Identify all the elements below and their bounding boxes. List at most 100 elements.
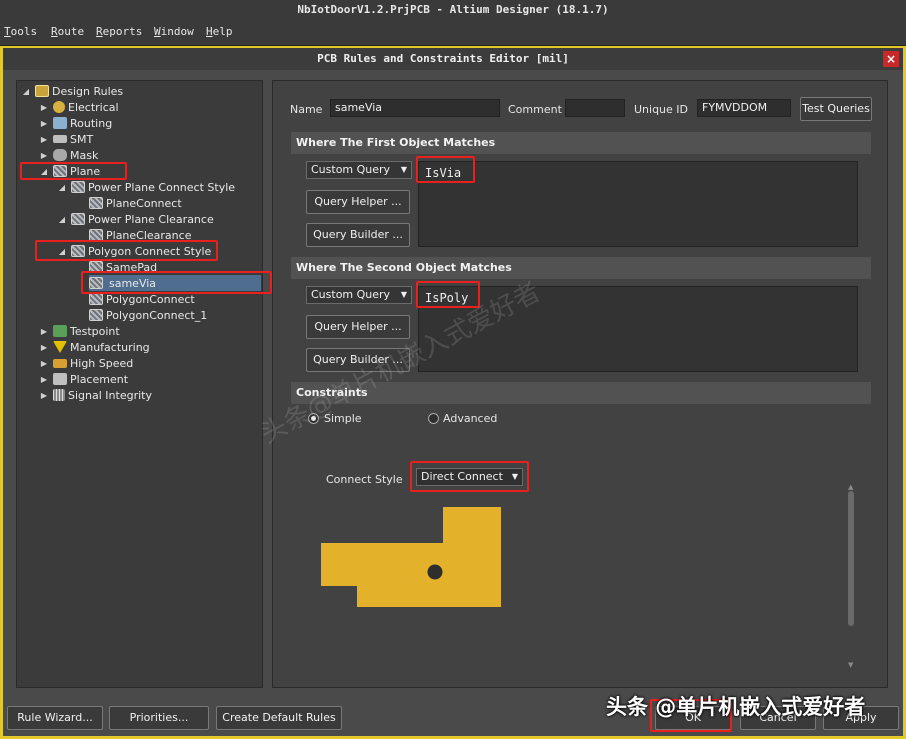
rules-editor-dialog: PCB Rules and Constraints Editor [mil] ×… bbox=[0, 46, 906, 739]
tree-item-design-rules[interactable]: ◢ Design Rules bbox=[21, 83, 123, 99]
scroll-down-icon[interactable]: ▼ bbox=[848, 661, 853, 669]
tree-label: Routing bbox=[70, 116, 113, 130]
tree-label: Signal Integrity bbox=[68, 388, 152, 402]
menu-reports[interactable]: Reports bbox=[96, 25, 142, 38]
tree-item-routing[interactable]: ▶ Routing bbox=[39, 115, 112, 131]
rule-icon bbox=[89, 309, 103, 321]
tree-item-polygonconnect-1[interactable]: PolygonConnect_1 bbox=[89, 307, 207, 323]
first-query-builder-button[interactable]: Query Builder ... bbox=[306, 223, 410, 247]
first-query-editor[interactable]: IsVia bbox=[418, 161, 858, 247]
rule-icon bbox=[89, 197, 103, 209]
select-value: Custom Query bbox=[311, 288, 391, 301]
select-value: Custom Query bbox=[311, 163, 391, 176]
close-icon[interactable]: × bbox=[883, 51, 899, 67]
expanded-arrow-icon[interactable]: ◢ bbox=[57, 215, 67, 224]
menu-tools[interactable]: Tools bbox=[4, 25, 37, 38]
collapsed-arrow-icon[interactable]: ▶ bbox=[39, 375, 49, 384]
dropdown-arrow-icon: ▼ bbox=[400, 165, 407, 174]
testpoint-icon bbox=[53, 325, 67, 337]
create-default-rules-button[interactable]: Create Default Rules bbox=[216, 706, 342, 730]
tree-label: High Speed bbox=[70, 356, 134, 370]
tree-item-mask[interactable]: ▶ Mask bbox=[39, 147, 98, 163]
collapsed-arrow-icon[interactable]: ▶ bbox=[39, 327, 49, 336]
collapsed-arrow-icon[interactable]: ▶ bbox=[39, 103, 49, 112]
first-match-mode-select[interactable]: Custom Query ▼ bbox=[306, 161, 412, 179]
collapsed-arrow-icon[interactable]: ▶ bbox=[39, 135, 49, 144]
tree-item-signal-integrity[interactable]: ▶ Signal Integrity bbox=[39, 387, 152, 403]
collapsed-arrow-icon[interactable]: ▶ bbox=[39, 119, 49, 128]
dropdown-arrow-icon: ▼ bbox=[400, 290, 407, 299]
highlight-samevia bbox=[81, 271, 272, 294]
priorities-button[interactable]: Priorities... bbox=[109, 706, 209, 730]
tree-label: Mask bbox=[70, 148, 99, 162]
menu-bar: Tools Route Reports Window Help bbox=[0, 20, 906, 46]
name-label: Name bbox=[290, 103, 323, 116]
tree-label: PolygonConnect_1 bbox=[106, 308, 208, 322]
menu-route[interactable]: Route bbox=[51, 25, 84, 38]
second-match-mode-select[interactable]: Custom Query ▼ bbox=[306, 286, 412, 304]
tree-item-electrical[interactable]: ▶ Electrical bbox=[39, 99, 119, 115]
tree-label: Manufacturing bbox=[70, 340, 150, 354]
scroll-up-icon[interactable]: ▲ bbox=[848, 483, 853, 491]
watermark-bottom: 头条 @单片机嵌入式爱好者 bbox=[606, 695, 866, 719]
dialog-title: PCB Rules and Constraints Editor [mil] bbox=[317, 52, 569, 65]
unique-id-label: Unique ID bbox=[634, 103, 689, 116]
rule-category-icon bbox=[71, 181, 85, 193]
first-match-header: Where The First Object Matches bbox=[291, 132, 871, 154]
tree-item-high-speed[interactable]: ▶ High Speed bbox=[39, 355, 133, 371]
tree-item-planeconnect[interactable]: PlaneConnect bbox=[89, 195, 182, 211]
tree-item-power-plane-connect-style[interactable]: ◢ Power Plane Connect Style bbox=[57, 179, 235, 195]
comment-field[interactable] bbox=[565, 99, 625, 117]
collapsed-arrow-icon[interactable]: ▶ bbox=[39, 151, 49, 160]
placement-icon bbox=[53, 373, 67, 385]
collapsed-arrow-icon[interactable]: ▶ bbox=[39, 343, 49, 352]
tree-label: Placement bbox=[70, 372, 129, 386]
menu-window[interactable]: Window bbox=[154, 25, 194, 38]
second-query-helper-button[interactable]: Query Helper ... bbox=[306, 315, 410, 339]
mask-icon bbox=[53, 149, 67, 161]
test-queries-button[interactable]: Test Queries bbox=[800, 97, 872, 121]
tree-label: Power Plane Connect Style bbox=[88, 180, 236, 194]
app-title: NbIotDoorV1.2.PrjPCB - Altium Designer (… bbox=[0, 0, 906, 20]
tree-label: Power Plane Clearance bbox=[88, 212, 214, 226]
electrical-icon bbox=[53, 101, 65, 113]
highlight-connect-style bbox=[410, 461, 529, 492]
tree-item-testpoint[interactable]: ▶ Testpoint bbox=[39, 323, 120, 339]
tree-item-power-plane-clearance[interactable]: ◢ Power Plane Clearance bbox=[57, 211, 214, 227]
rule-category-icon bbox=[71, 213, 85, 225]
high-speed-icon bbox=[53, 358, 67, 368]
rules-tree: ◢ Design Rules ▶ Electrical ▶ Routing ▶ … bbox=[16, 80, 272, 688]
comment-label: Comment bbox=[508, 103, 562, 116]
unique-id-field[interactable]: FYMVDDOM bbox=[697, 99, 791, 117]
first-query-helper-button[interactable]: Query Helper ... bbox=[306, 190, 410, 214]
tree-label: PolygonConnect bbox=[106, 292, 195, 306]
constraints-scrollbar[interactable] bbox=[848, 491, 854, 626]
collapsed-arrow-icon[interactable]: ▶ bbox=[39, 391, 49, 400]
rule-wizard-button[interactable]: Rule Wizard... bbox=[7, 706, 103, 730]
advanced-radio[interactable] bbox=[428, 413, 439, 424]
expanded-arrow-icon[interactable]: ◢ bbox=[21, 87, 31, 96]
advanced-label: Advanced bbox=[443, 412, 498, 425]
expanded-arrow-icon[interactable]: ◢ bbox=[57, 183, 67, 192]
tree-item-placement[interactable]: ▶ Placement bbox=[39, 371, 128, 387]
tree-label: SMT bbox=[70, 132, 94, 146]
copper-shape bbox=[321, 507, 501, 607]
rule-icon bbox=[89, 293, 103, 305]
name-field[interactable]: sameVia bbox=[330, 99, 500, 117]
tree-label: Electrical bbox=[68, 100, 119, 114]
manufacturing-icon bbox=[53, 341, 67, 353]
dialog-titlebar[interactable]: PCB Rules and Constraints Editor [mil] × bbox=[3, 48, 903, 70]
connect-style-label: Connect Style bbox=[326, 473, 403, 486]
highlight-isvia bbox=[416, 156, 475, 183]
highlight-polygon-connect-style bbox=[35, 240, 218, 261]
routing-icon bbox=[53, 117, 67, 129]
design-rules-icon bbox=[35, 85, 49, 97]
second-match-header: Where The Second Object Matches bbox=[291, 257, 871, 279]
tree-label: PlaneConnect bbox=[106, 196, 182, 210]
tree-item-manufacturing[interactable]: ▶ Manufacturing bbox=[39, 339, 150, 355]
collapsed-arrow-icon[interactable]: ▶ bbox=[39, 359, 49, 368]
tree-item-smt[interactable]: ▶ SMT bbox=[39, 131, 93, 147]
menu-help[interactable]: Help bbox=[206, 25, 233, 38]
signal-integrity-icon bbox=[53, 389, 65, 401]
highlight-plane bbox=[20, 162, 127, 180]
